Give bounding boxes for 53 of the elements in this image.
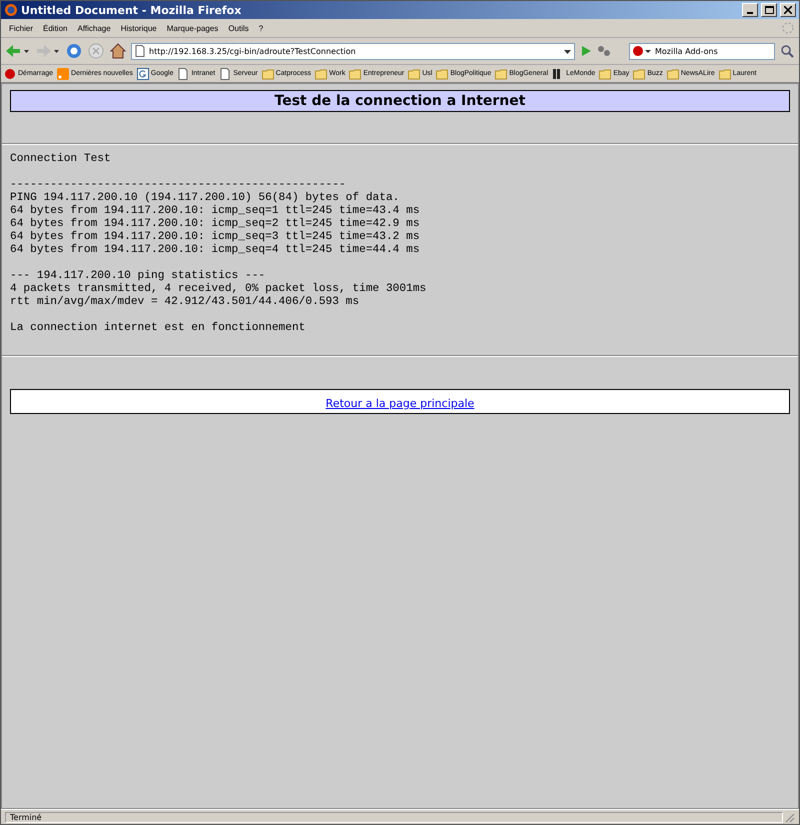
resize-grip-icon: [783, 811, 795, 823]
page-icon: [134, 45, 146, 57]
page-icon: [219, 68, 232, 80]
feed-icon: [57, 68, 70, 80]
status-text: Terminé: [5, 812, 783, 822]
output-line: La connection internet est en fonctionnement: [10, 322, 306, 335]
folder-icon: [408, 68, 420, 80]
throbber-icon: [781, 21, 795, 35]
output-line: Connection Test: [10, 153, 112, 166]
menu-item[interactable]: Historique: [116, 24, 161, 32]
folder-icon: [718, 68, 731, 80]
output-line: rtt min/avg/max/mdev = 42.912/43.501/44.406/0.593 ms: [10, 296, 360, 309]
close-icon: [784, 6, 792, 14]
address-bar[interactable]: http://192.168.3.25/cgi-bin/adroute?TestConnection: [131, 42, 575, 60]
maximize-button[interactable]: [761, 3, 777, 17]
output-line: 64 bytes from 194.117.200.10: icmp_seq=2 ttl=245 time=42.9 ms: [10, 218, 421, 230]
folder-icon: [666, 68, 679, 80]
output-line: PING 194.117.200.10 (194.117.200.10) 56(84) bytes of data.: [10, 192, 400, 204]
page-heading: Test de la connection a Internet: [10, 90, 790, 112]
folder-icon: [599, 68, 612, 80]
output-line: 4 packets transmitted, 4 received, 0% packet loss, time 3001ms: [10, 283, 428, 296]
minimize-button[interactable]: [742, 3, 758, 17]
output-line: 64 bytes from 194.117.200.10: icmp_seq=1 ttl=245 time=43.4 ms: [10, 205, 421, 218]
search-field[interactable]: Mozilla Add-ons: [655, 46, 772, 56]
menu-item[interactable]: Affichage: [73, 24, 115, 32]
output-line: 64 bytes from 194.117.200.10: icmp_seq=4 ttl=245 time=44.4 ms: [10, 244, 421, 257]
folder-icon: [436, 68, 448, 80]
address-field[interactable]: http://192.168.3.25/cgi-bin/adroute?TestConnection: [149, 46, 560, 56]
maximize-icon: [764, 6, 774, 14]
folder-icon: [633, 68, 646, 80]
menu-item[interactable]: Outils: [224, 24, 253, 32]
folder-icon: [262, 68, 274, 80]
home-button[interactable]: [109, 42, 127, 60]
output-line: 64 bytes from 194.117.200.10: icmp_seq=3 ttl=245 time=43.2 ms: [10, 231, 421, 244]
folder-icon: [315, 68, 328, 80]
google-icon: [136, 68, 149, 80]
gears-icon: [597, 44, 611, 58]
page-icon: [177, 68, 190, 80]
folder-icon: [349, 68, 362, 80]
menu-item[interactable]: Fichier: [5, 24, 38, 32]
search-bar[interactable]: Mozilla Add-ons: [629, 42, 775, 60]
folder-icon: [495, 68, 508, 80]
menu-item[interactable]: ?: [254, 24, 268, 32]
output-line: --------------------------------------------------: [10, 179, 347, 192]
window-title: Untitled Document - Mozilla Firefox: [21, 4, 242, 16]
menu-item[interactable]: Marque-pages: [162, 24, 222, 32]
back-link[interactable]: Retour a la page principale: [326, 397, 474, 410]
close-button[interactable]: [780, 3, 796, 17]
firefox-icon: [4, 3, 18, 17]
reload-button[interactable]: [65, 42, 83, 60]
search-button[interactable]: [779, 43, 795, 59]
output-line: --- 194.117.200.10 ping statistics ---: [10, 270, 266, 282]
menu-item[interactable]: Édition: [39, 24, 72, 32]
